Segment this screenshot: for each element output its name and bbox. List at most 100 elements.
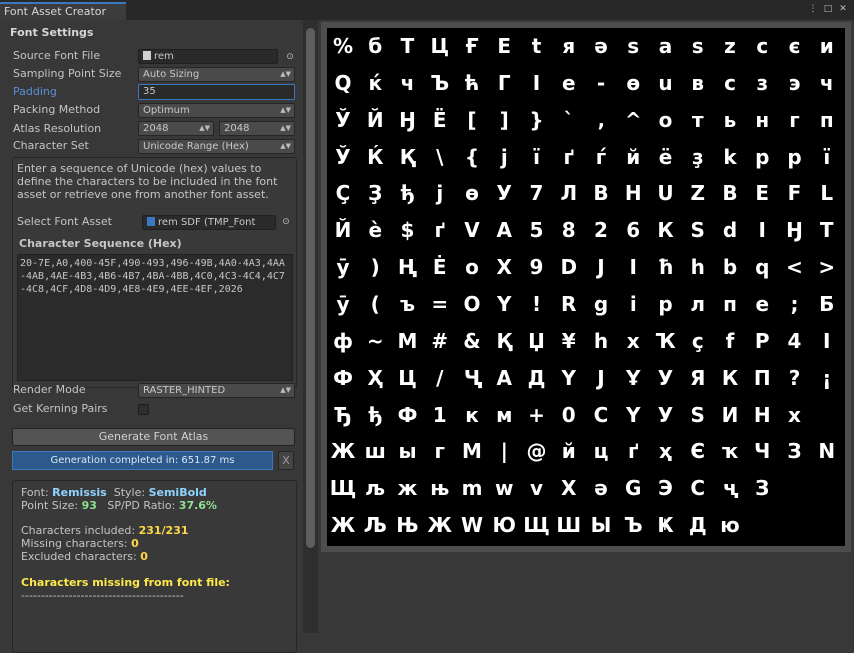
atlas-glyph: Q bbox=[334, 70, 352, 95]
atlas-glyph: m bbox=[461, 476, 483, 501]
atlas-glyph: Г bbox=[497, 70, 511, 95]
tab-font-asset-creator[interactable]: Font Asset Creator bbox=[0, 2, 126, 20]
atlas-glyph: І bbox=[758, 218, 766, 243]
atlas-glyph: ¥ bbox=[561, 328, 576, 353]
atlas-glyph: ќ bbox=[368, 70, 383, 95]
atlas-glyph: d bbox=[722, 218, 738, 243]
missing-label: Missing characters: bbox=[21, 537, 128, 550]
select-font-asset-field[interactable]: rem SDF (TMP_Font bbox=[142, 215, 276, 230]
atlas-glyph: р bbox=[755, 144, 770, 169]
atlas-glyph: М bbox=[462, 439, 482, 464]
source-font-file-label: Source Font File bbox=[13, 49, 101, 62]
atlas-glyph: К bbox=[721, 365, 739, 390]
atlas-glyph: ж bbox=[397, 476, 418, 501]
atlas-glyph: D bbox=[560, 255, 578, 280]
character-set-dropdown[interactable]: Unicode Range (Hex) ▲▼ bbox=[138, 139, 295, 154]
atlas-glyph: { bbox=[464, 144, 480, 169]
atlas-glyph: ҳ bbox=[659, 439, 672, 464]
render-mode-dropdown[interactable]: RASTER_HINTED ▲▼ bbox=[138, 383, 295, 398]
atlas-height-dropdown[interactable]: 2048 ▲▼ bbox=[219, 121, 295, 136]
atlas-glyph: ¡ bbox=[822, 365, 832, 390]
atlas-glyph: a bbox=[658, 34, 673, 58]
object-picker-icon[interactable]: ⊙ bbox=[285, 52, 295, 62]
font-asset-icon bbox=[147, 217, 155, 226]
atlas-glyph: В bbox=[722, 181, 738, 206]
render-mode-label: Render Mode bbox=[13, 383, 86, 396]
atlas-glyph: п bbox=[723, 292, 737, 316]
scrollbar-thumb[interactable] bbox=[306, 28, 315, 548]
excluded-line: Excluded characters: 0 bbox=[21, 550, 148, 563]
atlas-glyph: А bbox=[496, 218, 512, 243]
packing-method-dropdown[interactable]: Optimum ▲▼ bbox=[138, 103, 295, 118]
missing-header: Characters missing from font file: bbox=[21, 576, 230, 589]
atlas-glyph: Y bbox=[561, 365, 576, 390]
atlas-height-value: 2048 bbox=[224, 123, 250, 134]
excluded-value: 0 bbox=[140, 550, 148, 563]
atlas-glyph: ґ bbox=[563, 144, 574, 169]
atlas-glyph: h bbox=[690, 255, 705, 280]
close-icon[interactable]: ✕ bbox=[838, 4, 848, 14]
atlas-glyph: Й bbox=[366, 107, 384, 132]
atlas-width-value: 2048 bbox=[143, 123, 169, 134]
atlas-glyph: І bbox=[823, 328, 831, 353]
padding-input[interactable]: 35 bbox=[138, 84, 295, 100]
source-font-file-field[interactable]: rem bbox=[138, 49, 278, 64]
maximize-icon[interactable]: □ bbox=[823, 4, 833, 14]
font-name-value: Remissis bbox=[52, 486, 107, 499]
character-sequence-textarea[interactable]: 20-7E,A0,400-45F,490-493,496-49B,4A0-4A3… bbox=[17, 254, 293, 381]
generate-font-atlas-button[interactable]: Generate Font Atlas bbox=[12, 428, 295, 446]
atlas-glyph: Қ bbox=[399, 144, 416, 169]
atlas-glyph: з bbox=[756, 70, 769, 95]
atlas-glyph: Ұ bbox=[626, 365, 641, 390]
clear-progress-button[interactable]: X bbox=[278, 451, 294, 470]
atlas-glyph: х bbox=[788, 402, 801, 427]
packing-method-label: Packing Method bbox=[13, 103, 101, 116]
atlas-glyph: й bbox=[561, 439, 576, 464]
object-picker-icon[interactable]: ⊙ bbox=[281, 217, 291, 227]
atlas-glyph: Ў bbox=[335, 107, 351, 132]
missing-value: 0 bbox=[131, 537, 139, 550]
dropdown-arrow-icon: ▲▼ bbox=[280, 70, 291, 78]
menu-icon[interactable]: ⋮ bbox=[808, 4, 818, 14]
atlas-glyph: ѓ bbox=[595, 144, 607, 169]
atlas-glyph: Ф bbox=[397, 402, 418, 427]
atlas-glyph: ө bbox=[465, 181, 479, 206]
atlas-glyph: > bbox=[818, 255, 836, 280]
atlas-glyph: Ҝ bbox=[657, 513, 674, 538]
character-sequence-label: Character Sequence (Hex) bbox=[19, 237, 182, 250]
atlas-glyph: = bbox=[431, 292, 449, 316]
atlas-glyph: I bbox=[532, 70, 541, 95]
atlas-glyph: Ђ bbox=[334, 402, 352, 427]
atlas-glyph: ь bbox=[723, 107, 737, 132]
atlas-glyph: R bbox=[561, 292, 577, 316]
character-set-label: Character Set bbox=[13, 139, 89, 152]
atlas-width-dropdown[interactable]: 2048 ▲▼ bbox=[138, 121, 214, 136]
atlas-glyph: z bbox=[724, 34, 736, 58]
atlas-glyph: j bbox=[500, 144, 508, 169]
settings-panel: Font Settings Source Font File rem ⊙ Sam… bbox=[0, 20, 303, 653]
atlas-glyph: р bbox=[658, 292, 673, 316]
font-label: Font: bbox=[21, 486, 49, 499]
atlas-glyph: А bbox=[496, 365, 512, 390]
kerning-checkbox[interactable] bbox=[138, 404, 149, 415]
source-font-file-value: rem bbox=[154, 51, 174, 62]
atlas-glyph: 5 bbox=[529, 218, 544, 243]
atlas-glyph: Ç bbox=[335, 181, 351, 206]
atlas-glyph: Ӈ bbox=[399, 107, 416, 132]
atlas-glyph: Щ bbox=[329, 476, 357, 501]
kerning-label: Get Kerning Pairs bbox=[13, 402, 108, 415]
sampling-point-size-dropdown[interactable]: Auto Sizing ▲▼ bbox=[138, 67, 295, 82]
atlas-glyph: е bbox=[561, 70, 576, 95]
atlas-glyph: с bbox=[724, 70, 736, 95]
atlas-glyph: h bbox=[593, 328, 609, 353]
section-title: Font Settings bbox=[10, 26, 94, 39]
atlas-glyph: J bbox=[597, 365, 605, 390]
atlas-glyph: ‚ bbox=[597, 107, 605, 132]
style-label: Style: bbox=[113, 486, 146, 499]
atlas-glyph: Ҙ bbox=[368, 181, 383, 206]
padding-label: Padding bbox=[13, 85, 57, 98]
atlas-glyph: Т bbox=[819, 218, 834, 243]
preview-empty-area bbox=[321, 552, 854, 633]
atlas-glyph: Д bbox=[527, 365, 546, 390]
atlas-glyph: t bbox=[531, 34, 542, 58]
